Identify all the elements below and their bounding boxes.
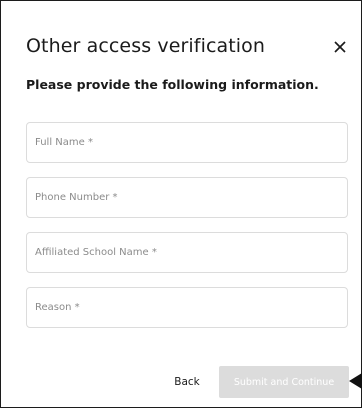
back-button[interactable]: Back: [167, 368, 207, 396]
verification-dialog: Other access verification Please provide…: [0, 0, 362, 408]
dialog-subtitle: Please provide the following information…: [26, 77, 319, 92]
close-icon[interactable]: [330, 37, 350, 57]
reason-input[interactable]: [27, 288, 347, 327]
reason-field[interactable]: [26, 287, 348, 328]
full-name-field[interactable]: [26, 122, 348, 163]
affiliated-school-name-input[interactable]: [27, 233, 347, 272]
affiliated-school-name-field[interactable]: [26, 232, 348, 273]
full-name-input[interactable]: [27, 123, 347, 162]
submit-and-continue-button[interactable]: Submit and Continue: [219, 366, 349, 398]
dialog-title: Other access verification: [26, 35, 266, 57]
phone-number-field[interactable]: [26, 177, 348, 218]
pointer-arrow-icon: [349, 373, 362, 389]
phone-number-input[interactable]: [27, 178, 347, 217]
